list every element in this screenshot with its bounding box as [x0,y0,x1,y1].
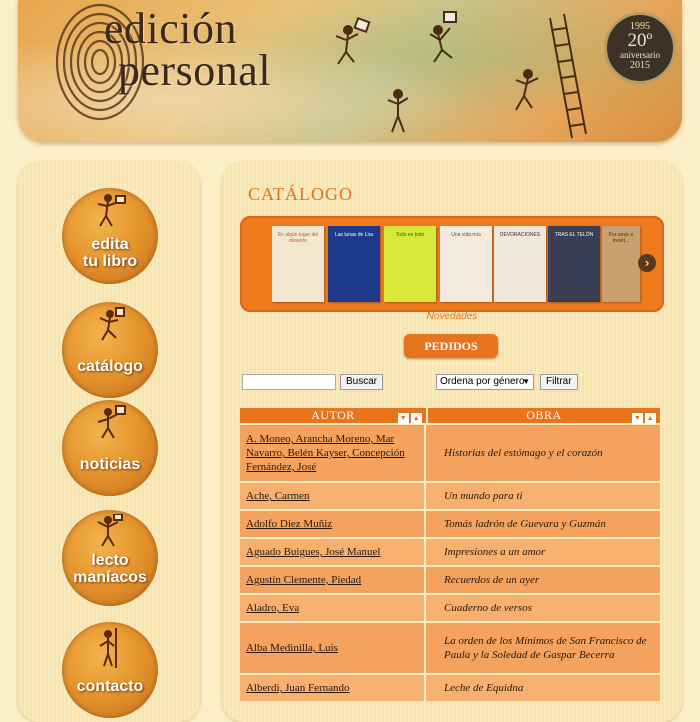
nav-edita-tu-libro[interactable]: edita tu libro [62,188,158,284]
book-title: TRAS EL TELÓN [554,232,594,238]
author-link[interactable]: Agustín Clemente, Piedad [246,573,361,587]
table-row: Adolfo Díez Muñiz Tomás ladrón de Guevar… [240,509,660,537]
badge-label: aniversario [620,50,660,60]
author-link[interactable]: Alba Medinilla, Luis [246,641,338,655]
page-title: CATÁLOGO [248,184,353,204]
author-cell: Alberdi, Juan Fernando [240,675,426,701]
book-cover[interactable]: Una vida mía [440,226,492,302]
table-row: Alberdi, Juan Fernando Leche de Equidna [240,673,660,701]
author-cell: Aladro, Eva [240,595,426,621]
genre-select[interactable]: Ordena por género ▼ [436,374,534,390]
filter-button[interactable]: Filtrar [540,374,578,390]
nav-label-line-1: contacto [76,678,144,695]
cave-figures-illustration [335,11,587,138]
main-panel: CATÁLOGO En algún lugar del desierto Las… [222,162,682,722]
carousel-caption[interactable]: Novedades [222,311,682,322]
column-header-obra: OBRA ▼ ▲ [428,408,660,424]
header-banner: edición personal 1995 20º aniversario 20… [18,0,682,142]
nav-noticias[interactable]: noticias [62,400,158,496]
staff-figure-icon [99,628,117,668]
anniversary-badge: 1995 20º aniversario 2015 [604,12,676,84]
table-row: Ache, Carmen Un mundo para ti [240,481,660,509]
carousel-next-arrow-icon[interactable]: › [638,254,656,272]
nav-catalogo[interactable]: catálogo [62,302,158,398]
book-title: Por amor e incert... [608,232,634,244]
nav-contacto[interactable]: contacto [62,622,158,718]
author-link[interactable]: Ache, Carmen [246,489,310,503]
nav-label-line-1: edita [91,236,129,253]
work-cell: Leche de Equidna [444,682,524,694]
announcer-figure-icon [97,405,126,439]
nav-label-line-1: catálogo [77,358,143,375]
author-cell: Ache, Carmen [240,483,426,509]
author-cell: A. Moneo, Arancha Moreno, Mar Navarro, B… [240,425,426,481]
search-input[interactable] [242,374,336,390]
book-cover[interactable]: DEVORACIONES [494,226,546,302]
author-link[interactable]: A. Moneo, Arancha Moreno, Mar Navarro, B… [246,432,418,474]
work-cell: Un mundo para ti [444,490,523,502]
brand-line-1: edición [104,4,238,53]
author-cell: Aguado Buigues, José Manuel [240,539,426,565]
book-title: DEVORACIONES [499,232,541,238]
sort-asc-icon[interactable]: ▲ [411,413,422,424]
runner-figure-icon [99,307,125,341]
pedidos-button[interactable]: PEDIDOS [404,334,498,358]
author-cell: Alba Medinilla, Luis [240,623,426,673]
author-link[interactable]: Adolfo Díez Muñiz [246,517,332,531]
book-cover[interactable]: Todo es todo [384,226,436,302]
work-cell: Tomás ladrón de Guevara y Guzmán [444,518,606,530]
book-cover[interactable]: En algún lugar del desierto [272,226,324,302]
nav-label-line-2: tu libro [82,253,138,270]
catalog-table: AUTOR ▼ ▲ OBRA ▼ ▲ A. Moneo, Arancha Moren… [240,408,660,701]
author-link[interactable]: Aguado Buigues, José Manuel [246,545,380,559]
work-cell: Recuerdos de un ayer [444,574,540,586]
author-cell: Agustín Clemente, Piedad [240,567,426,593]
book-title: Una vida mía [451,232,481,238]
work-cell: Historias del estómago y el corazón [444,447,603,459]
book-title: En algún lugar del desierto [277,232,319,244]
nav-lecto-maniacos[interactable]: lecto maníacos [62,510,158,606]
work-cell: Impresiones a un amor [444,546,546,558]
badge-number: 20º [627,30,653,51]
book-title: Las lunas de Lira [334,232,374,238]
nav-label-line-1: lecto [91,552,129,569]
sort-desc-icon[interactable]: ▼ [398,413,409,424]
book-cover[interactable]: TRAS EL TELÓN [548,226,600,302]
column-header-autor: AUTOR ▼ ▲ [240,408,428,424]
juggler-figure-icon [97,514,123,547]
books-carousel: En algún lugar del desierto Las lunas de… [240,216,664,312]
chevron-down-icon: ▼ [522,377,530,386]
brand-line-2: personal [118,45,272,95]
badge-year-end: 2015 [630,60,650,71]
search-button[interactable]: Buscar [340,374,384,390]
table-row: A. Moneo, Arancha Moreno, Mar Navarro, B… [240,423,660,481]
sidebar-nav: edita tu libro catálogo noticias lecto m… [18,162,200,722]
sort-asc-icon[interactable]: ▲ [645,413,656,424]
author-link[interactable]: Alberdi, Juan Fernando [246,681,350,695]
brand-logo[interactable]: edición personal [104,4,272,95]
sort-desc-icon[interactable]: ▼ [632,413,643,424]
nav-label-line-2: maníacos [73,569,147,586]
nav-label-line-1: noticias [79,456,141,473]
book-cover[interactable]: Las lunas de Lira [328,226,380,302]
book-cover[interactable]: Por amor e incert... [602,226,640,302]
table-row: Aladro, Eva Cuaderno de versos [240,593,660,621]
author-link[interactable]: Aladro, Eva [246,601,299,615]
book-title: Todo es todo [395,232,425,238]
table-row: Aguado Buigues, José Manuel Impresiones … [240,537,660,565]
genre-select-value: Ordena por género [440,376,525,387]
table-row: Alba Medinilla, Luis La orden de los Mín… [240,621,660,673]
table-row: Agustín Clemente, Piedad Recuerdos de un… [240,565,660,593]
work-cell: La orden de los Mínimos de San Francisco… [444,635,647,661]
work-cell: Cuaderno de versos [444,602,532,614]
author-cell: Adolfo Díez Muñiz [240,511,426,537]
column-header-autor-label: AUTOR [311,408,355,422]
column-header-obra-label: OBRA [526,408,562,422]
reader-figure-icon [97,194,126,227]
